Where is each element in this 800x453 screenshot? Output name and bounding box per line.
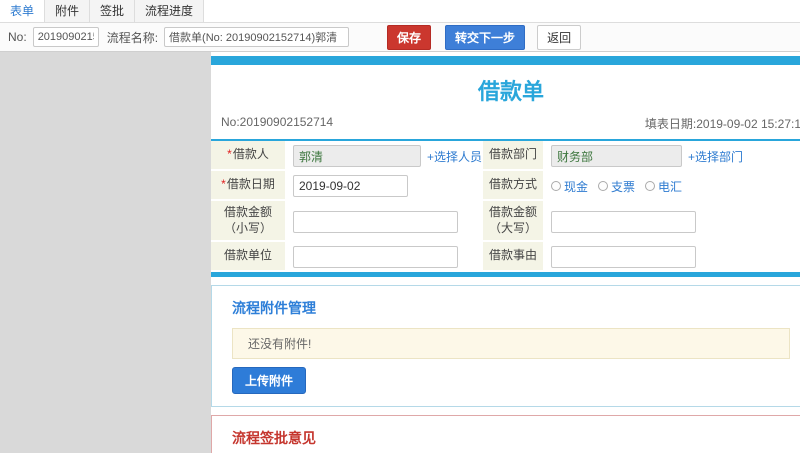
- radio-icon[interactable]: [645, 181, 656, 191]
- borrow-unit-label: 借款单位: [211, 242, 285, 273]
- borrower-input[interactable]: [293, 145, 421, 167]
- payment-option-cheque[interactable]: 支票: [598, 178, 635, 195]
- tab-form[interactable]: 表单: [0, 0, 46, 22]
- select-department-link[interactable]: +选择部门: [688, 148, 743, 165]
- amount-uppercase-input[interactable]: [551, 210, 696, 233]
- process-name-input[interactable]: [164, 27, 350, 47]
- amount-lowercase-label: 借款金额（小写）: [211, 201, 285, 243]
- no-label: No:: [8, 30, 27, 44]
- loan-form-table: *借款人 +选择人员 借款部门 +选择部门 *借款日期 借款方式 现金 支票 电…: [211, 141, 800, 273]
- bottom-accent-bar: [211, 272, 800, 278]
- forward-next-step-button[interactable]: 转交下一步: [445, 24, 526, 50]
- amount-uppercase-label: 借款金额（大写）: [483, 201, 543, 243]
- borrow-date-input[interactable]: [293, 175, 408, 197]
- select-person-link[interactable]: +选择人员: [427, 148, 482, 165]
- top-bar: 表单 附件 签批 流程进度 No: 流程名称: 保存 转交下一步 返回: [0, 0, 800, 52]
- radio-icon[interactable]: [551, 181, 561, 191]
- back-button[interactable]: 返回: [537, 24, 582, 50]
- fill-date: 填表日期:2019-09-02 15:27:1: [644, 117, 800, 131]
- loan-form-document: 借款单 No:20190902152714 填表日期:2019-09-02 15…: [211, 52, 800, 453]
- approval-panel-title: 流程签批意见: [232, 430, 316, 447]
- borrow-reason-label: 借款事由: [483, 242, 543, 273]
- tab-approval[interactable]: 签批: [90, 0, 136, 22]
- borrow-reason-input[interactable]: [551, 246, 696, 269]
- payment-method-label: 借款方式: [483, 171, 543, 201]
- borrow-date-label: *借款日期: [211, 171, 285, 201]
- process-name-label: 流程名称:: [106, 30, 159, 45]
- command-bar: No: 流程名称: 保存 转交下一步 返回: [0, 23, 800, 52]
- tab-attachments[interactable]: 附件: [45, 0, 91, 22]
- required-mark: *: [221, 177, 226, 192]
- top-accent-bar: [211, 56, 800, 65]
- app-window: 表单 附件 签批 流程进度 No: 流程名称: 保存 转交下一步 返回 借款单 …: [0, 0, 800, 453]
- tab-progress[interactable]: 流程进度: [135, 0, 205, 22]
- save-button[interactable]: 保存: [387, 24, 432, 50]
- attachments-panel: 流程附件管理 还没有附件! 上传附件: [211, 285, 800, 408]
- page-title: 借款单: [477, 79, 544, 104]
- doc-number: No:20190902152714: [221, 115, 334, 129]
- radio-icon[interactable]: [598, 181, 609, 191]
- attachments-panel-title: 流程附件管理: [232, 300, 316, 317]
- tab-bar: 表单 附件 签批 流程进度: [0, 0, 800, 23]
- form-meta-row: No:20190902152714 填表日期:2019-09-02 15:27:…: [211, 110, 800, 141]
- payment-option-wire-transfer[interactable]: 电汇: [645, 178, 682, 195]
- amount-lowercase-input[interactable]: [293, 210, 458, 233]
- department-input[interactable]: [551, 145, 682, 167]
- upload-attachment-button[interactable]: 上传附件: [232, 367, 307, 395]
- borrower-label: *借款人: [211, 141, 285, 171]
- borrow-unit-input[interactable]: [293, 246, 458, 269]
- payment-option-cash[interactable]: 现金: [551, 178, 588, 195]
- payment-method-radio-group: 现金 支票 电汇: [551, 178, 682, 195]
- no-attachments-message: 还没有附件!: [232, 328, 790, 360]
- approval-panel: 流程签批意见 B I abc: [211, 415, 800, 453]
- department-label: 借款部门: [483, 141, 543, 171]
- no-input[interactable]: [32, 27, 99, 47]
- required-mark: *: [227, 147, 232, 162]
